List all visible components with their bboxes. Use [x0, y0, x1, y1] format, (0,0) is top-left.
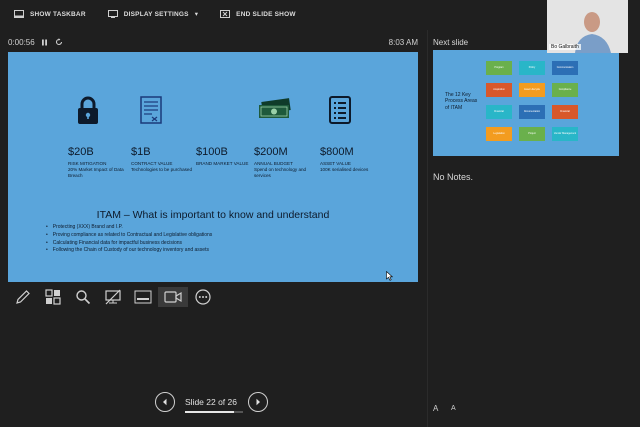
stat-value: $20B [68, 146, 94, 158]
see-all-slides-button[interactable] [38, 287, 68, 307]
next-slide-button[interactable] [248, 392, 268, 412]
list-icon [320, 96, 360, 126]
bullet-item: Protecting (XXX) Brand and I.P. [46, 224, 212, 232]
more-icon [195, 289, 211, 305]
taskbar-icon [14, 10, 24, 18]
presenter-tools [8, 287, 218, 307]
slide-progress-fill [185, 411, 235, 413]
process-box: Program [486, 61, 512, 75]
mouse-cursor-icon [386, 271, 393, 281]
stat-desc: BRAND MARKET VALUE [196, 161, 249, 166]
camera-toggle-button[interactable] [158, 287, 188, 307]
display-settings-icon [107, 10, 118, 18]
padlock-icon [68, 96, 108, 126]
increase-notes-font-button[interactable]: A [433, 404, 438, 413]
pane-divider[interactable] [427, 30, 428, 427]
document-icon [131, 96, 171, 126]
process-box: Asset Lifecycle [519, 83, 545, 97]
next-slide-thumbnail[interactable]: The 12 Key Process Areas of ITAM Program… [433, 50, 619, 156]
display-settings-button[interactable]: DISPLAY SETTINGS ▾ [107, 10, 199, 18]
show-taskbar-label: SHOW TASKBAR [30, 10, 86, 18]
next-slide-title: The 12 Key Process Areas of ITAM [445, 92, 478, 111]
chevron-left-icon [163, 398, 167, 406]
stat-value: $800M [320, 146, 354, 158]
stat-asset-value: $800M ASSET VALUE 100K serialised device… [320, 96, 382, 173]
slide-counter: Slide 22 of 26 [185, 397, 237, 407]
video-camera-icon [164, 291, 182, 303]
zoom-button[interactable] [68, 287, 98, 307]
end-slide-show-label: END SLIDE SHOW [236, 10, 296, 18]
slide-title: ITAM – What is important to know and und… [96, 209, 330, 221]
elapsed-timer: 0:00:56 [8, 38, 35, 47]
process-box: Project [519, 127, 545, 141]
bullet-item: Proving compliance as related to Contrac… [46, 232, 213, 240]
pen-tool-button[interactable] [8, 287, 38, 307]
process-box: Legislation [486, 127, 512, 141]
stat-value: $100B [196, 146, 228, 158]
process-box: Documentation [519, 105, 545, 119]
process-box: Policy [519, 61, 545, 75]
decrease-notes-font-button[interactable]: A [451, 405, 456, 412]
stat-risk-mitigation: $20B RISK MITIGATION 20% Market Impact o… [68, 96, 130, 180]
cash-icon [254, 96, 294, 126]
process-box: Vendor Management [552, 127, 578, 141]
stat-desc: RISK MITIGATION 20% Market Impact of Dat… [68, 161, 124, 179]
process-box: Financial [552, 105, 578, 119]
stat-annual-budget: $200M ANNUAL BUDGET Spend on technology … [254, 96, 316, 180]
end-slide-show-button[interactable]: END SLIDE SHOW [220, 10, 296, 18]
process-box: Acquisition [486, 83, 512, 97]
speaker-notes: No Notes. [433, 172, 474, 182]
bullet-item: Following the Chain of Custody of our te… [46, 247, 212, 255]
chevron-right-icon [256, 398, 260, 406]
restart-timer-icon[interactable] [55, 38, 63, 46]
slide-progress-bar [185, 411, 243, 413]
next-slide-label: Next slide [433, 38, 469, 47]
video-feed: Bo Galbraith [547, 0, 628, 53]
process-box: Financial [486, 105, 512, 119]
presenter-toolbar: SHOW TASKBAR DISPLAY SETTINGS ▾ END SLID… [0, 0, 640, 28]
stat-contract-value: $1B CONTRACT VALUE Technologies to be pu… [131, 96, 193, 173]
timer-row: 0:00:56 8:03 AM [8, 38, 418, 50]
pause-icon[interactable] [41, 39, 48, 46]
process-box: Communication [552, 61, 578, 75]
bullet-item: Calculating Financial data for impactful… [46, 240, 212, 248]
subtitles-button[interactable] [128, 287, 158, 307]
display-settings-label: DISPLAY SETTINGS [123, 10, 189, 18]
stat-value: $200M [254, 146, 288, 158]
end-show-icon [220, 10, 231, 18]
screen-off-icon [105, 289, 121, 305]
more-options-button[interactable] [188, 287, 218, 307]
stat-desc: ANNUAL BUDGET Spend on technology and se… [254, 161, 307, 179]
chevron-down-icon: ▾ [194, 11, 199, 18]
grid-slides-icon [45, 289, 61, 305]
pen-icon [16, 290, 30, 304]
stat-desc: CONTRACT VALUE Technologies to be purcha… [131, 161, 193, 173]
stat-desc: ASSET VALUE 100K serialised devices [320, 161, 369, 173]
clock: 8:03 AM [388, 38, 418, 47]
black-screen-button[interactable] [98, 287, 128, 307]
stat-value: $1B [131, 146, 151, 158]
process-box: Compliance [552, 83, 578, 97]
stat-brand-market-value: $100B BRAND MARKET VALUE [196, 96, 258, 167]
slide-navigation: Slide 22 of 26 [153, 390, 273, 416]
slide-bullets: Protecting (XXX) Brand and I.P. Proving … [46, 224, 213, 255]
magnifier-icon [76, 290, 91, 305]
show-taskbar-button[interactable]: SHOW TASKBAR [14, 10, 86, 18]
participant-name: Bo Galbraith [549, 44, 581, 50]
previous-slide-button[interactable] [155, 392, 175, 412]
current-slide[interactable]: $20B RISK MITIGATION 20% Market Impact o… [8, 52, 418, 282]
subtitles-icon [134, 290, 152, 304]
